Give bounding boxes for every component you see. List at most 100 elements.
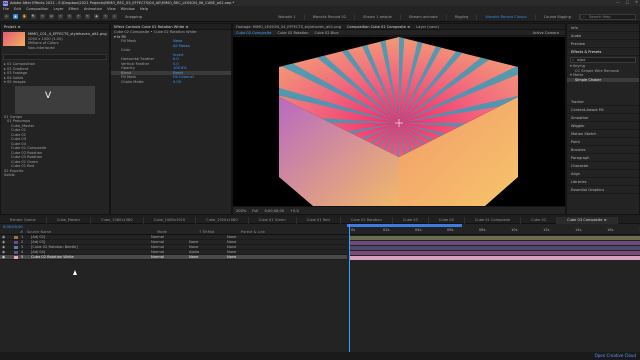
panel-effects-presets[interactable]: Effects & Presets <box>567 48 639 56</box>
project-search-input[interactable] <box>3 54 107 60</box>
layer-duration-bar[interactable] <box>349 236 640 240</box>
anchor-tool-icon[interactable]: ⊕ <box>49 14 54 19</box>
col-source-name[interactable]: Source Name <box>27 230 117 234</box>
workspace-tab[interactable]: Wanakk 1 <box>270 14 305 20</box>
col-trkmat[interactable]: T TrkMat <box>199 230 237 234</box>
timeline-tab[interactable]: Cube_1920x1080 <box>196 216 249 224</box>
layer-parent[interactable]: None <box>224 255 264 260</box>
panel-paint[interactable]: Paint <box>567 138 639 146</box>
tab-footage[interactable]: Footage: MIMO_LESSON_04_EFFECTS_stylehav… <box>236 25 341 29</box>
menu-effect[interactable]: Effect <box>68 7 78 11</box>
zoom-tool-icon[interactable]: 🔍 <box>31 14 36 19</box>
tab-layer[interactable]: Layer (none) <box>416 25 439 29</box>
creative-cloud-link[interactable]: Open Creative Cloud <box>595 353 636 358</box>
property-value[interactable]: 100.0% <box>173 66 187 70</box>
property-value[interactable]: Reset <box>173 71 183 75</box>
timeline-tab[interactable]: Cube 03 Composite ≡ <box>557 216 618 224</box>
subtab-cube02-composite[interactable]: Cube 02 Composite <box>236 31 271 35</box>
current-time[interactable]: 0;00;00;00 <box>264 209 284 213</box>
menu-file[interactable]: File <box>3 7 9 11</box>
playhead[interactable] <box>349 224 350 352</box>
zoom-dropdown[interactable]: 200% <box>236 209 246 213</box>
timeline-tab[interactable]: Render Queue <box>0 216 47 224</box>
exposure-value[interactable]: +0.0 <box>290 209 299 213</box>
subtab-cube02-blue[interactable]: Cube 02 Blue <box>315 31 339 35</box>
timeline-tab[interactable]: Cube_Master <box>47 216 92 224</box>
tab-effect-controls[interactable]: Effect Controls Cube 02 Rotation White ≡ <box>114 25 188 29</box>
timeline-tab[interactable]: Cube_1080x1080 <box>91 216 144 224</box>
timeline-tab[interactable]: Cube 01 Green <box>249 216 297 224</box>
menu-animation[interactable]: Animation <box>84 7 102 11</box>
type-tool-icon[interactable]: T <box>76 14 81 19</box>
visibility-eye-icon[interactable]: ◉ <box>0 255 12 260</box>
panel-essential-graphics[interactable]: Essential Graphics <box>567 186 639 194</box>
layer-duration-bar[interactable] <box>349 241 640 245</box>
layer-name[interactable]: Cube 02 Rotation White <box>28 255 148 260</box>
property-value[interactable]: Invert <box>173 53 184 57</box>
panel-character[interactable]: Character <box>567 162 639 170</box>
selection-tool-icon[interactable]: ▲ <box>13 14 18 19</box>
project-folder[interactable]: ▾ 05 Images <box>1 80 109 85</box>
shape-tool-icon[interactable]: ▭ <box>58 14 63 19</box>
roto-tool-icon[interactable]: ✦ <box>103 14 108 19</box>
menu-composition[interactable]: Composition <box>26 7 48 11</box>
workspace-tab-active[interactable]: Wanakk Record Classic <box>477 14 536 20</box>
property-value[interactable]: Fill Channel <box>173 75 194 79</box>
timeline-tab[interactable]: Cube_1080x1920 <box>144 216 197 224</box>
snapping-label[interactable]: Snapping <box>125 15 142 19</box>
timeline-tab[interactable]: Cube 02 <box>521 216 558 224</box>
pen-tool-icon[interactable]: ✎ <box>67 14 72 19</box>
layer-duration-bar[interactable] <box>349 246 640 250</box>
panel-align[interactable]: Align <box>567 170 639 178</box>
tab-project[interactable]: Project ≡ <box>4 25 20 29</box>
property-value[interactable]: 0.0 <box>173 62 179 66</box>
resolution-dropdown[interactable]: Full <box>252 209 258 213</box>
layer-row[interactable]: ◉ 5 Cube 02 Rotation White Normal None None <box>0 255 347 260</box>
menu-layer[interactable]: Layer <box>53 7 63 11</box>
puppet-tool-icon[interactable]: ⌖ <box>112 14 117 19</box>
menu-window[interactable]: Window <box>121 7 135 11</box>
panel-preview[interactable]: Preview <box>567 40 639 48</box>
property-value[interactable]: None <box>173 39 182 43</box>
time-ruler[interactable]: 0s02s04s06s08s10s12s14s16s18s <box>347 224 640 235</box>
composition-viewer[interactable] <box>233 37 565 206</box>
panel-audio[interactable]: Audio <box>567 32 639 40</box>
panel-libraries[interactable]: Libraries <box>567 178 639 186</box>
panel-paragraph[interactable]: Paragraph <box>567 154 639 162</box>
maximize-button[interactable]: □ <box>626 0 629 4</box>
panel-smoother[interactable]: Smoother <box>567 114 639 122</box>
panel-wiggler[interactable]: Wiggler <box>567 122 639 130</box>
property-value[interactable]: 0.00 <box>173 80 181 84</box>
effects-search-input[interactable]: ⌕ wipe <box>570 57 636 63</box>
panel-brushes[interactable]: Brushes <box>567 146 639 154</box>
brush-tool-icon[interactable]: ✒ <box>85 14 90 19</box>
subtab-cube02-rotation[interactable]: Cube 02 Rotation <box>277 31 308 35</box>
work-area-bar[interactable] <box>347 224 462 227</box>
project-folder[interactable]: Solids <box>1 173 109 178</box>
timeline-tab[interactable]: Cube 03 <box>393 216 429 224</box>
rotate-tool-icon[interactable]: ↻ <box>40 14 45 19</box>
layer-trk[interactable]: None <box>186 255 224 260</box>
panel-info[interactable]: Info <box>567 24 639 32</box>
menu-view[interactable]: View <box>107 7 116 11</box>
workspace-tab[interactable]: Stream animate <box>401 14 447 20</box>
workspace-tab[interactable]: Course Rigging <box>536 14 580 20</box>
home-tool-icon[interactable]: ⌂ <box>4 14 9 19</box>
minimize-button[interactable]: — <box>616 0 620 4</box>
timeline-tab[interactable]: Cube 01 Composite <box>465 216 522 224</box>
panel-motion-sketch[interactable]: Motion Sketch <box>567 130 639 138</box>
panel-tracker[interactable]: Tracker <box>567 98 639 106</box>
search-help-input[interactable]: ⌕ Search Help <box>580 14 636 20</box>
timeline-tab[interactable]: Cube 04 <box>429 216 465 224</box>
col-mode[interactable]: Mode <box>157 230 195 234</box>
menu-edit[interactable]: Edit <box>14 7 21 11</box>
workspace-tab[interactable]: Shown 1 people <box>355 14 401 20</box>
col-parent[interactable]: Parent & Link <box>241 230 265 234</box>
hand-tool-icon[interactable]: ✋ <box>22 14 27 19</box>
menu-help[interactable]: Help <box>140 7 148 11</box>
property-value[interactable]: 0.0 <box>173 57 179 61</box>
workspace-tab[interactable]: Wanakk Record 02 <box>305 14 356 20</box>
timeline-tab[interactable]: Cube 02 Rotation <box>341 216 393 224</box>
tab-composition[interactable]: Composition Cube 02 Composite ≡ <box>347 25 410 29</box>
layer-duration-bar[interactable] <box>349 251 640 255</box>
